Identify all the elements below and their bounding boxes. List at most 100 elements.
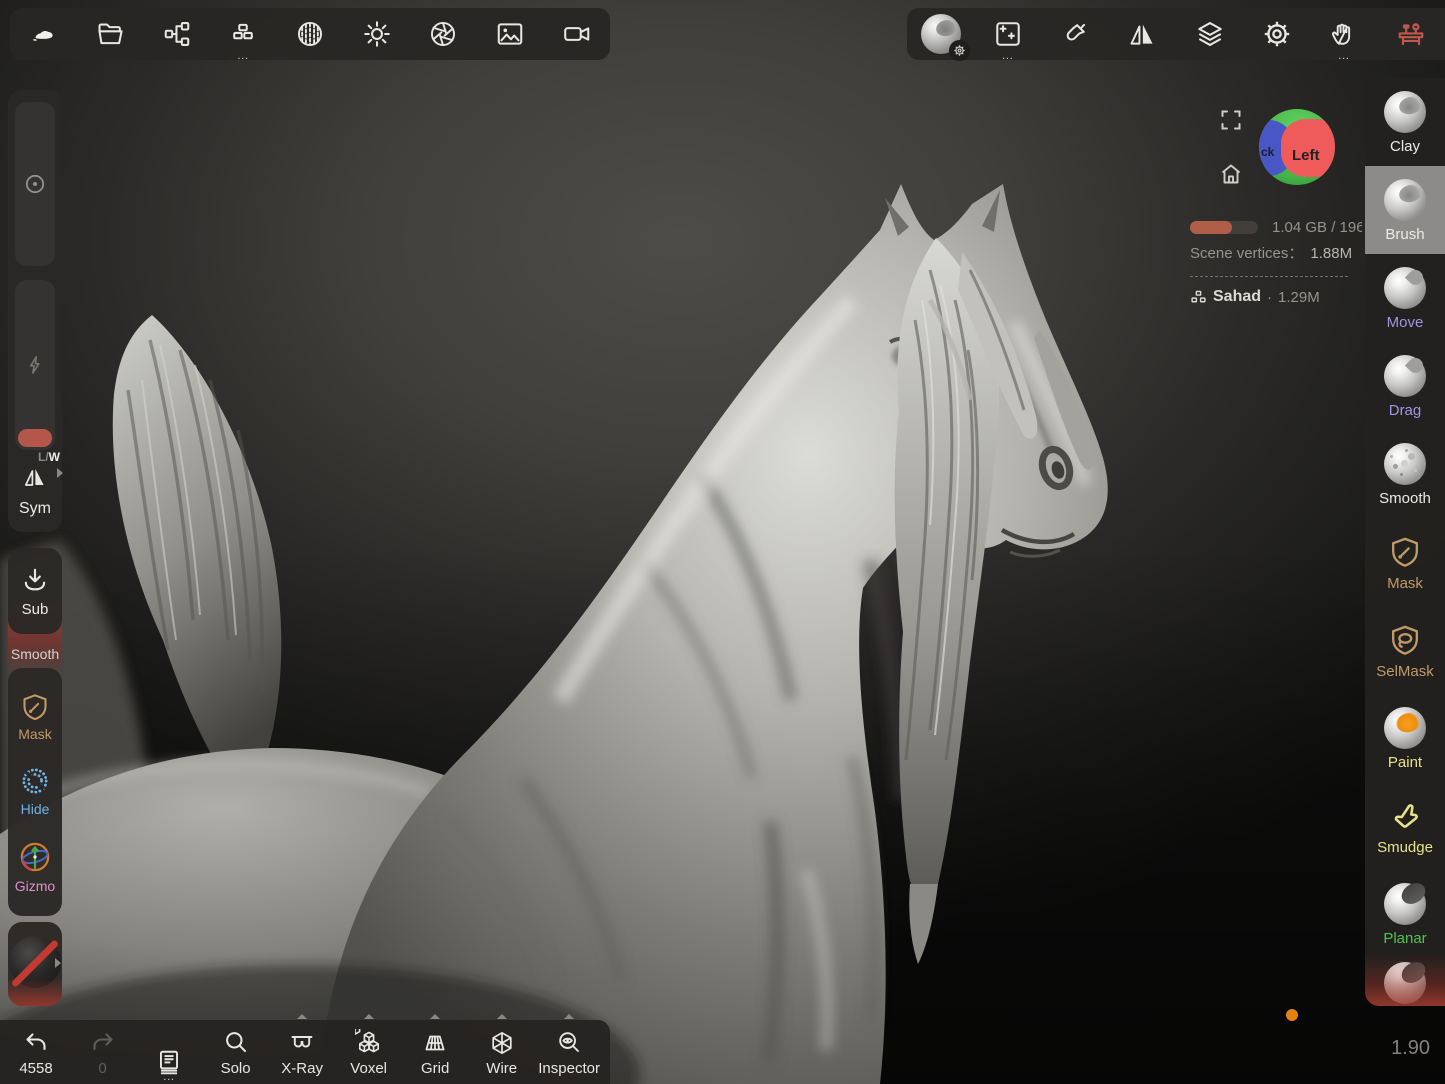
tool-smudge[interactable]: Smudge (1365, 782, 1445, 870)
redo-button[interactable]: 0 (73, 1020, 133, 1084)
tool-mask[interactable]: Mask (1365, 518, 1445, 606)
grid-plane-icon (421, 1029, 449, 1057)
brush-sphere-icon (1384, 179, 1426, 221)
intensity-bolt-icon (23, 353, 47, 377)
mask-mode-button[interactable]: Mask (18, 691, 51, 741)
toolbox-icon[interactable] (1388, 11, 1434, 57)
background-image-icon[interactable] (487, 11, 533, 57)
tool-brush[interactable]: Brush (1365, 166, 1445, 254)
scene-graph-icon[interactable] (154, 11, 200, 57)
status-divider (1190, 276, 1348, 277)
caret-up-icon (564, 1014, 574, 1019)
intensity-fill (18, 429, 52, 447)
voxel-button[interactable]: Voxel (339, 1020, 399, 1084)
tool-drag[interactable]: Drag (1365, 342, 1445, 430)
selmask-shield-icon (1387, 622, 1423, 658)
sub-label: Sub (22, 601, 49, 618)
grid-toggle[interactable]: Grid (405, 1020, 465, 1084)
undo-button[interactable]: 4558 (6, 1020, 66, 1084)
notes-button[interactable]: … (139, 1020, 199, 1084)
wireframe-toggle[interactable]: Wire (472, 1020, 532, 1084)
view-orientation-sphere[interactable]: ck Left (1259, 109, 1335, 185)
object-mesh-icon (1190, 290, 1207, 305)
home-icon[interactable] (1219, 162, 1243, 186)
redo-arrow-icon (89, 1029, 117, 1057)
radius-icon (23, 172, 47, 196)
mask-shield-icon (19, 691, 51, 723)
material-gear-icon (949, 40, 970, 61)
gizmo-mode-button[interactable]: Gizmo (15, 839, 55, 893)
layers-icon[interactable] (1187, 11, 1233, 57)
xray-goggles-icon (288, 1029, 316, 1057)
caret-up-icon (497, 1014, 507, 1019)
undo-count: 4558 (19, 1060, 52, 1078)
wireframe-hexagon-icon (488, 1029, 516, 1057)
material-sphere-button[interactable] (918, 11, 964, 57)
scene-vertices-row: Scene vertices： 1.88M (1190, 242, 1352, 263)
symmetry-icon[interactable] (1119, 11, 1165, 57)
memory-usage-fill (1190, 221, 1232, 234)
viewcube-back-label: ck (1261, 145, 1274, 159)
fullscreen-icon[interactable] (1219, 108, 1243, 132)
scene-vertices-value: 1.88M (1310, 245, 1352, 262)
files-folder-icon[interactable] (87, 11, 133, 57)
object-vertex-count: 1.29M (1278, 289, 1320, 306)
radius-slider[interactable] (15, 102, 55, 266)
sym-label: Sym (8, 500, 62, 518)
hand-more-dots: … (1338, 49, 1351, 61)
memory-usage-text: 1.04 GB / 196 M (1272, 219, 1362, 236)
planar-sphere-icon (1384, 883, 1426, 925)
hide-mode-button[interactable]: Hide (18, 764, 52, 816)
viewcube-left-label: Left (1292, 147, 1320, 164)
sym-mirror-icon (21, 462, 49, 490)
tool-clay[interactable]: Clay (1365, 78, 1445, 166)
bottom-toolbar: 4558 0 … Solo X-Ray Voxel Grid Wire (0, 1020, 610, 1084)
topology-icon[interactable]: … (220, 11, 266, 57)
tool-selmask[interactable]: SelMask (1365, 606, 1445, 694)
partial-sphere-icon (1384, 962, 1426, 1004)
tool-smooth[interactable]: Smooth (1365, 430, 1445, 518)
inspector-button[interactable]: Inspector (538, 1020, 600, 1084)
hand-gestures-icon[interactable]: … (1321, 11, 1367, 57)
paintbrush-icon[interactable] (1052, 11, 1098, 57)
camera-aperture-icon[interactable] (420, 11, 466, 57)
drag-sphere-icon (1384, 355, 1426, 397)
settings-gear-icon[interactable] (1254, 11, 1300, 57)
left-slider-panel: L/W Sym (8, 90, 62, 532)
xray-toggle[interactable]: X-Ray (272, 1020, 332, 1084)
tool-partial-next[interactable] (1384, 962, 1426, 1004)
smooth-sphere-icon (1384, 443, 1426, 485)
gizmo-mode-label: Gizmo (15, 879, 55, 893)
paint-sphere-icon (1384, 707, 1426, 749)
camera-video-icon[interactable] (554, 11, 600, 57)
solo-toggle[interactable]: Solo (206, 1020, 266, 1084)
stroke-falloff-button[interactable] (8, 922, 62, 1006)
redo-count: 0 (98, 1060, 106, 1078)
undo-arrow-icon (22, 1029, 50, 1057)
caret-up-icon (364, 1014, 374, 1019)
hide-mode-label: Hide (21, 802, 50, 816)
sub-mode-button[interactable]: Sub (8, 548, 62, 634)
top-right-toolbar: … … (907, 8, 1445, 60)
tool-paint[interactable]: Paint (1365, 694, 1445, 782)
sub-arrow-icon (20, 565, 50, 595)
intensity-slider[interactable] (15, 280, 55, 450)
scene-vertices-label: Scene vertices： (1190, 245, 1303, 262)
caret-up-icon (297, 1014, 307, 1019)
move-sphere-icon (1384, 267, 1426, 309)
lighting-sun-icon[interactable] (354, 11, 400, 57)
tool-planar[interactable]: Planar (1365, 870, 1445, 958)
voxel-cubes-icon (355, 1029, 383, 1057)
matcap-sphere-icon[interactable] (287, 11, 333, 57)
notes-more-dots: … (163, 1070, 176, 1082)
topology-more-dots: … (237, 49, 250, 61)
memory-usage-bar (1190, 221, 1258, 234)
smudge-finger-icon (1387, 798, 1423, 834)
stroke-flyout-arrow-icon (55, 958, 61, 968)
object-name: Sahad (1213, 288, 1261, 306)
clay-sphere-icon (1384, 91, 1426, 133)
app-logo-icon[interactable] (20, 11, 66, 57)
active-object-row[interactable]: Sahad · 1.29M (1190, 288, 1320, 306)
tool-move[interactable]: Move (1365, 254, 1445, 342)
stamp-alpha-icon[interactable]: … (985, 11, 1031, 57)
